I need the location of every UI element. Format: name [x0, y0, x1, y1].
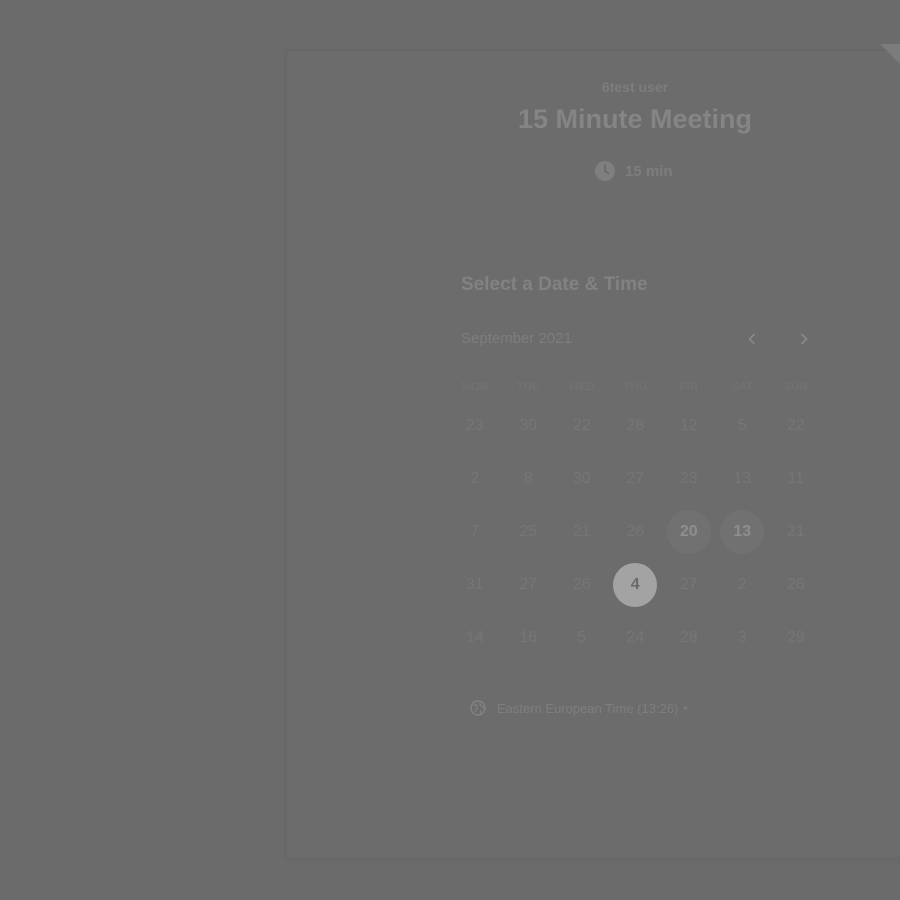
calendar-day-available[interactable]: 13: [716, 505, 770, 558]
calendar-day: 26: [626, 522, 645, 540]
calendar-day: 22: [572, 416, 591, 434]
weekday-header: MON TUE WED THU FRI SAT SUN: [448, 381, 823, 393]
clock-icon: [595, 161, 615, 181]
calendar-day: 30: [572, 469, 591, 487]
chevron-left-icon: [748, 333, 755, 345]
calendar-day: 25: [519, 522, 538, 540]
calendar-day: 12: [679, 416, 698, 434]
weekday-fri: FRI: [679, 381, 699, 393]
calendar-day: 23: [465, 416, 484, 434]
previous-month-button[interactable]: [741, 328, 763, 350]
calendar-day: 26: [572, 576, 591, 594]
globe-icon: [470, 700, 486, 716]
calendar-day: 27: [519, 576, 538, 594]
calendar-day: 21: [786, 522, 805, 540]
month-label: September 2021: [461, 330, 572, 347]
chevron-right-icon: [801, 333, 808, 345]
calendar-day: 31: [465, 576, 484, 594]
calendar-day: 5: [737, 416, 747, 434]
calendar-day: 11: [787, 469, 805, 487]
calendar-grid: 23 30 22 28 12 5 22 2 8 30 27 23 13 11 7…: [448, 399, 823, 665]
calendar-day: 22: [786, 416, 805, 434]
next-month-button[interactable]: [793, 328, 815, 350]
host-name: 6test user: [601, 79, 669, 95]
calendar-day-available[interactable]: 20: [662, 505, 716, 558]
calendar-day: 24: [626, 629, 645, 647]
calendar-day: 2: [470, 469, 480, 487]
timezone-label: Eastern European Time (13:26): [497, 700, 679, 716]
weekday-mon: MON: [461, 381, 489, 393]
duration-label: 15 min: [625, 162, 673, 180]
weekday-thu: THU: [623, 381, 647, 393]
calendar-day: 14: [465, 629, 484, 647]
calendar-day: 16: [519, 629, 538, 647]
calendar-day: 21: [572, 522, 591, 540]
weekday-wed: WED: [568, 381, 596, 393]
calendar-day: 28: [626, 416, 645, 434]
calendar-day: 27: [679, 576, 698, 594]
weekday-sun: SUN: [783, 381, 808, 393]
calendar-day: 28: [679, 629, 698, 647]
weekday-sat: SAT: [731, 381, 753, 393]
calendar-day: 27: [626, 469, 645, 487]
calendar-day: 13: [733, 469, 752, 487]
calendar-day: 7: [470, 522, 480, 540]
calendar-day: 3: [737, 629, 747, 647]
calendar-day: 29: [786, 629, 805, 647]
weekday-tue: TUE: [516, 381, 540, 393]
calendar-day: 8: [523, 469, 533, 487]
calendar-day: 26: [786, 576, 805, 594]
chevron-down-icon: ▾: [683, 703, 688, 713]
calendar-day: 23: [679, 469, 698, 487]
calendar-day-selected[interactable]: 4: [609, 559, 663, 612]
calendar-day: 5: [577, 629, 587, 647]
event-duration: 15 min: [595, 160, 673, 182]
page: 6test user 15 Minute Meeting 15 min Sele…: [0, 0, 900, 900]
calendar-day: 30: [519, 416, 538, 434]
select-date-heading: Select a Date & Time: [461, 274, 648, 295]
timezone-selector[interactable]: Eastern European Time (13:26) ▾: [470, 700, 687, 716]
event-title: 15 Minute Meeting: [517, 104, 753, 134]
calendar-day: 2: [737, 576, 747, 594]
